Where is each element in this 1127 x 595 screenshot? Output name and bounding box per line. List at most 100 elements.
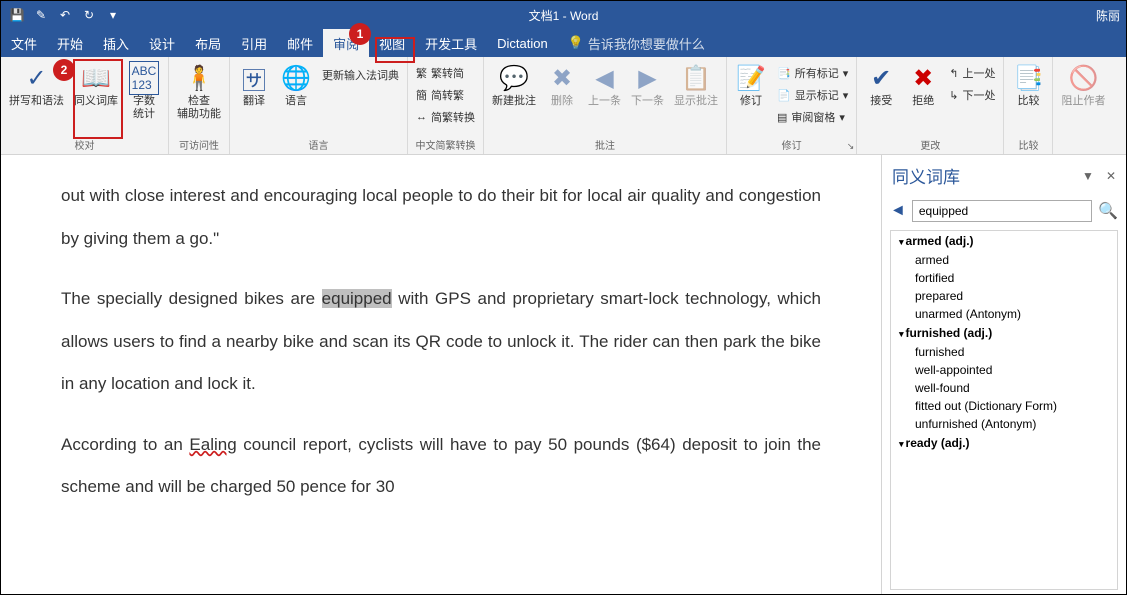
check-accessibility-button[interactable]: 🧍 检查 辅助功能 — [173, 59, 225, 123]
group-protect: 🚫 阻止作者 — [1053, 57, 1113, 154]
new-comment-icon: 💬 — [499, 61, 529, 95]
reject-icon: ✖ — [913, 61, 933, 95]
to-traditional-button[interactable]: 簡 简转繁 — [412, 85, 479, 105]
tab-mailings[interactable]: 邮件 — [277, 29, 323, 57]
selected-word[interactable]: equipped — [322, 289, 392, 308]
thesaurus-item[interactable]: unfurnished (Antonym) — [891, 415, 1117, 433]
track-changes-button[interactable]: 📝 修订 — [731, 59, 771, 110]
paragraph-3: According to an Ealing council report, c… — [61, 424, 821, 509]
tell-me-label: 告诉我你想要做什么 — [588, 34, 705, 53]
thesaurus-title: 同义词库 — [892, 163, 960, 188]
thesaurus-item[interactable]: prepared — [891, 287, 1117, 305]
word-count-icon: ABC123 — [129, 61, 160, 95]
user-name: 陈丽 — [1096, 7, 1120, 24]
paragraph-2: The specially designed bikes are equippe… — [61, 278, 821, 406]
document-canvas[interactable]: out with close interest and encouraging … — [1, 155, 881, 594]
touch-mode-icon[interactable]: ✎ — [33, 7, 49, 23]
customize-qat-icon[interactable]: ▾ — [105, 7, 121, 23]
next-comment-button[interactable]: ▶ 下一条 — [627, 59, 668, 110]
tab-home[interactable]: 开始 — [47, 29, 93, 57]
show-comments-icon: 📋 — [681, 61, 711, 95]
thesaurus-category[interactable]: ready (adj.) — [891, 433, 1117, 453]
tracking-dialog-launcher[interactable]: ↘ — [847, 141, 855, 152]
language-button[interactable]: 🌐 语言 — [276, 59, 316, 110]
track-changes-icon: 📝 — [736, 61, 766, 95]
thesaurus-item[interactable]: fitted out (Dictionary Form) — [891, 397, 1117, 415]
back-icon[interactable]: ◄ — [890, 202, 906, 220]
delete-comment-button[interactable]: ✖ 删除 — [542, 59, 582, 110]
annotation-badge-1: 1 — [349, 23, 371, 45]
tab-developer[interactable]: 开发工具 — [415, 29, 487, 57]
ribbon: ✓ 拼写和语法 📖 同义词库 ABC123 字数 统计 校对 🧍 检查 辅助功能… — [1, 57, 1126, 155]
new-comment-button[interactable]: 💬 新建批注 — [488, 59, 540, 110]
close-pane-icon[interactable]: ✕ — [1106, 169, 1116, 183]
next-change-button[interactable]: ↳ 下一处 — [945, 85, 999, 105]
tab-insert[interactable]: 插入 — [93, 29, 139, 57]
reviewing-pane-dropdown[interactable]: ▤ 审阅窗格 ▾ — [773, 107, 852, 127]
thesaurus-item[interactable]: furnished — [891, 343, 1117, 361]
thesaurus-category[interactable]: furnished (adj.) — [891, 323, 1117, 343]
delete-comment-icon: ✖ — [552, 61, 572, 95]
group-accessibility: 🧍 检查 辅助功能 可访问性 — [169, 57, 230, 154]
group-language: 🈂 翻译 🌐 语言 更新输入法词典 语言 — [230, 57, 408, 154]
thesaurus-button[interactable]: 📖 同义词库 — [70, 59, 122, 110]
to-simplified-button[interactable]: 繁 繁转简 — [412, 63, 479, 83]
tab-layout[interactable]: 布局 — [185, 29, 231, 57]
spelling-error-word[interactable]: Ealing — [189, 435, 236, 454]
reject-button[interactable]: ✖ 拒绝 — [903, 59, 943, 110]
prev-change-button[interactable]: ↰ 上一处 — [945, 63, 999, 83]
block-authors-icon: 🚫 — [1069, 61, 1099, 95]
thesaurus-icon: 📖 — [81, 61, 111, 95]
thesaurus-search-input[interactable] — [912, 200, 1092, 222]
compare-button[interactable]: 📑 比较 — [1008, 59, 1048, 110]
language-icon: 🌐 — [281, 61, 311, 95]
redo-icon[interactable]: ↻ — [81, 7, 97, 23]
title-bar: 💾 ✎ ↶ ↻ ▾ 文档1 - Word 陈丽 — [1, 1, 1126, 29]
sc-tc-convert-button[interactable]: ↔ 简繁转换 — [412, 107, 479, 127]
thesaurus-item[interactable]: well-found — [891, 379, 1117, 397]
document-title: 文档1 - Word — [529, 7, 599, 24]
content-area: out with close interest and encouraging … — [1, 155, 1126, 594]
show-markup-dropdown[interactable]: 📄 显示标记 ▾ — [773, 85, 852, 105]
pane-options-icon[interactable]: ▼ — [1082, 169, 1094, 183]
tab-file[interactable]: 文件 — [1, 29, 47, 57]
tab-design[interactable]: 设计 — [139, 29, 185, 57]
group-compare: 📑 比较 比较 — [1004, 57, 1053, 154]
annotation-badge-2: 2 — [53, 59, 75, 81]
group-proofing: ✓ 拼写和语法 📖 同义词库 ABC123 字数 统计 校对 — [1, 57, 169, 154]
accept-icon: ✔ — [871, 61, 891, 95]
translate-icon: 🈂 — [242, 61, 266, 95]
thesaurus-item[interactable]: armed — [891, 251, 1117, 269]
paragraph-1: out with close interest and encouraging … — [61, 175, 821, 260]
compare-icon: 📑 — [1014, 61, 1044, 95]
update-ime-button[interactable]: 更新输入法词典 — [318, 65, 403, 85]
tab-references[interactable]: 引用 — [231, 29, 277, 57]
spelling-icon: ✓ — [26, 61, 46, 95]
lightbulb-icon: 💡 — [568, 35, 584, 51]
group-comments: 💬 新建批注 ✖ 删除 ◀ 上一条 ▶ 下一条 📋 显示批注 批注 — [484, 57, 727, 154]
accept-button[interactable]: ✔ 接受 — [861, 59, 901, 110]
display-for-review-dropdown[interactable]: 📑 所有标记 ▾ — [773, 63, 852, 83]
prev-comment-button[interactable]: ◀ 上一条 — [584, 59, 625, 110]
tab-view[interactable]: 视图 — [369, 29, 415, 57]
show-comments-button[interactable]: 📋 显示批注 — [670, 59, 722, 110]
search-icon[interactable]: 🔍 — [1098, 201, 1118, 221]
translate-button[interactable]: 🈂 翻译 — [234, 59, 274, 110]
undo-icon[interactable]: ↶ — [57, 7, 73, 23]
save-icon[interactable]: 💾 — [9, 7, 25, 23]
prev-comment-icon: ◀ — [595, 61, 613, 95]
thesaurus-category[interactable]: armed (adj.) — [891, 231, 1117, 251]
thesaurus-pane: 同义词库 ▼ ✕ ◄ 🔍 armed (adj.) armed fortifie… — [881, 155, 1126, 594]
tell-me-search[interactable]: 💡 告诉我你想要做什么 — [568, 34, 705, 53]
thesaurus-results[interactable]: armed (adj.) armed fortified prepared un… — [890, 230, 1118, 590]
word-count-button[interactable]: ABC123 字数 统计 — [124, 59, 164, 123]
thesaurus-item[interactable]: unarmed (Antonym) — [891, 305, 1117, 323]
tab-dictation[interactable]: Dictation — [487, 29, 558, 57]
thesaurus-item[interactable]: fortified — [891, 269, 1117, 287]
next-comment-icon: ▶ — [638, 61, 656, 95]
ribbon-tabs: 文件 开始 插入 设计 布局 引用 邮件 审阅 视图 开发工具 Dictatio… — [1, 29, 1126, 57]
group-changes: ✔ 接受 ✖ 拒绝 ↰ 上一处 ↳ 下一处 更改 — [857, 57, 1004, 154]
block-authors-button[interactable]: 🚫 阻止作者 — [1057, 59, 1109, 110]
thesaurus-item[interactable]: well-appointed — [891, 361, 1117, 379]
group-tracking: 📝 修订 📑 所有标记 ▾ 📄 显示标记 ▾ ▤ 审阅窗格 ▾ 修订 ↘ — [727, 57, 857, 154]
